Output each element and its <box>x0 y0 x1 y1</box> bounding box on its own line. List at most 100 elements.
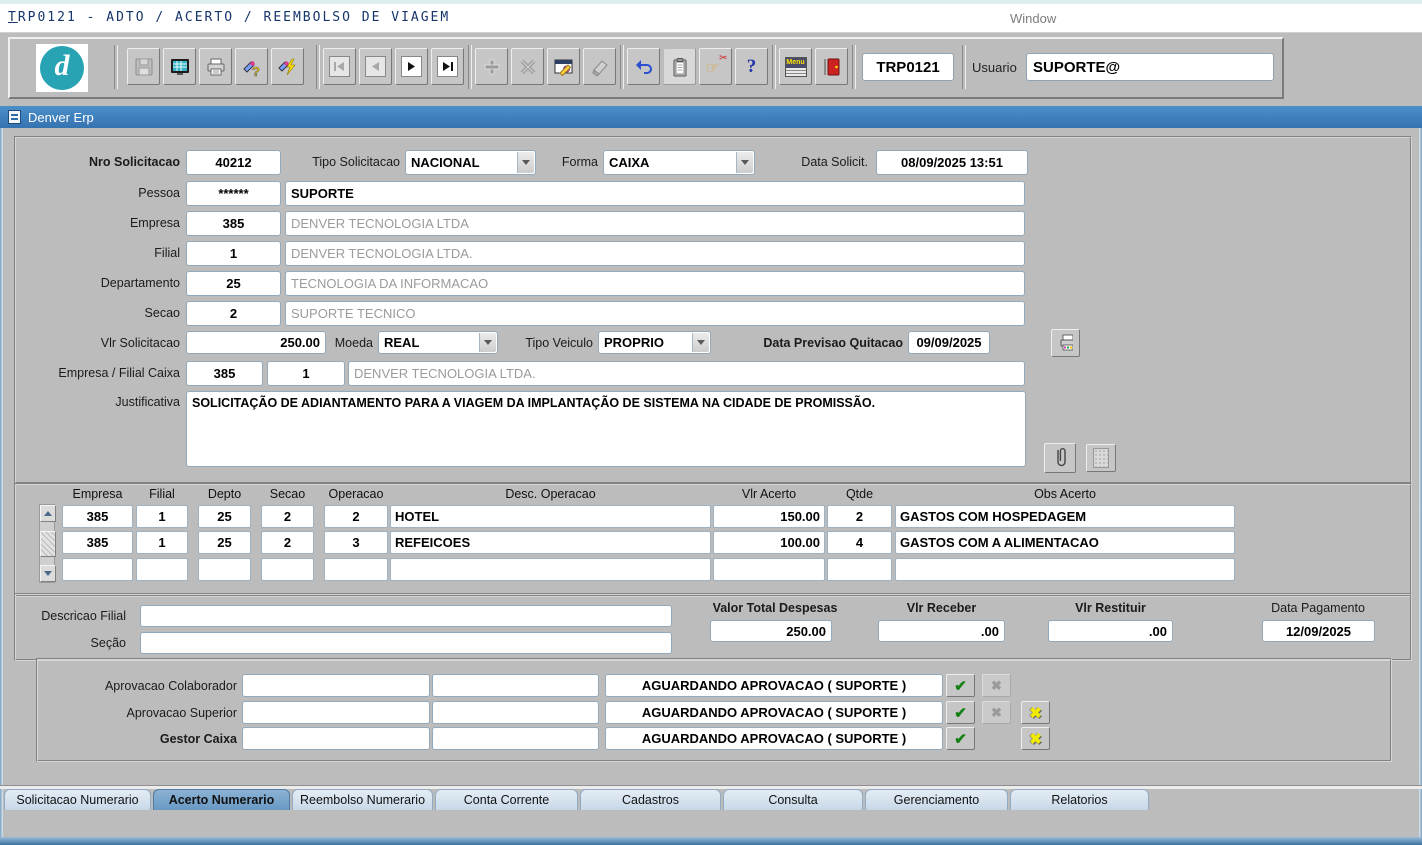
dropdown-arrow-icon[interactable] <box>479 333 496 352</box>
nav-first-button[interactable] <box>323 48 356 85</box>
aprovacao-superior-user-field[interactable] <box>242 701 430 724</box>
cancel-gestor-button[interactable]: ✖ <box>1021 727 1050 750</box>
gestor-caixa-date-field[interactable] <box>432 727 599 750</box>
scroll-up-button[interactable] <box>40 505 56 522</box>
print-button[interactable] <box>199 48 232 85</box>
grid-scrollbar[interactable] <box>39 504 55 583</box>
nro-solicitacao-field[interactable]: 40212 <box>186 150 281 175</box>
tab-relatorios[interactable]: Relatorios <box>1010 789 1149 810</box>
secao-code-field[interactable]: 2 <box>186 301 281 326</box>
tab-solicitacao-numerario[interactable]: Solicitacao Numerario <box>4 789 151 810</box>
filial-caixa-field[interactable]: 1 <box>267 361 345 386</box>
help-button[interactable]: ? <box>735 48 768 85</box>
cell-obs-acerto[interactable]: GASTOS COM A ALIMENTACAO <box>895 531 1235 554</box>
cell-operacao[interactable]: 2 <box>324 505 388 528</box>
attach-image-button[interactable] <box>1086 444 1116 472</box>
scroll-thumb[interactable] <box>40 531 56 557</box>
cell-qtde[interactable] <box>827 558 892 581</box>
cell-obs-acerto[interactable] <box>895 558 1235 581</box>
cell-secao[interactable] <box>261 558 314 581</box>
cell-secao[interactable]: 2 <box>261 531 314 554</box>
cell-qtde[interactable]: 2 <box>827 505 892 528</box>
cut-button[interactable]: ☞ ✂ <box>699 48 732 85</box>
tipo-veiculo-select[interactable]: PROPRIO <box>598 331 711 354</box>
aprovacao-colaborador-user-field[interactable] <box>242 674 430 697</box>
reject-colaborador-button-disabled[interactable]: ✖ <box>982 674 1011 697</box>
cell-desc-operacao[interactable] <box>390 558 711 581</box>
cell-operacao[interactable]: 3 <box>324 531 388 554</box>
aprovacao-superior-date-field[interactable] <box>432 701 599 724</box>
attach-file-button[interactable] <box>1044 443 1076 473</box>
forma-select[interactable]: CAIXA <box>603 150 755 175</box>
clipboard-button[interactable] <box>663 48 696 85</box>
filial-code-field[interactable]: 1 <box>186 241 281 266</box>
cell-obs-acerto[interactable]: GASTOS COM HOSPEDAGEM <box>895 505 1235 528</box>
data-pagamento-field[interactable]: 12/09/2025 <box>1262 620 1375 642</box>
undo-button[interactable] <box>627 48 660 85</box>
menu-window[interactable]: Window <box>1010 11 1056 26</box>
aprovacao-colaborador-date-field[interactable] <box>432 674 599 697</box>
execute-query-button[interactable] <box>583 48 616 85</box>
nav-prev-button[interactable] <box>359 48 392 85</box>
cell-operacao[interactable] <box>324 558 388 581</box>
dropdown-arrow-icon[interactable] <box>692 333 709 352</box>
tipo-solicitacao-select[interactable]: NACIONAL <box>405 150 536 175</box>
wizard-help-button[interactable]: ? <box>235 48 268 85</box>
cell-vlr-acerto[interactable] <box>713 558 825 581</box>
nav-next-button[interactable] <box>395 48 428 85</box>
cell-qtde[interactable]: 4 <box>827 531 892 554</box>
program-code-field[interactable]: TRP0121 <box>862 53 954 81</box>
cell-depto[interactable] <box>198 558 251 581</box>
empresa-code-field[interactable]: 385 <box>186 211 281 236</box>
cell-empresa[interactable]: 385 <box>62 531 133 554</box>
approve-gestor-button[interactable]: ✔ <box>946 727 975 750</box>
tab-acerto-numerario[interactable]: Acerto Numerario <box>153 789 290 810</box>
dropdown-arrow-icon[interactable] <box>736 152 753 173</box>
gestor-caixa-user-field[interactable] <box>242 727 430 750</box>
menu-button[interactable]: Menu <box>779 48 812 85</box>
print-request-button[interactable] <box>1051 329 1080 357</box>
tab-cadastros[interactable]: Cadastros <box>580 789 721 810</box>
cell-vlr-acerto[interactable]: 100.00 <box>713 531 825 554</box>
justificativa-textarea[interactable]: SOLICITAÇÃO DE ADIANTAMENTO PARA A VIAGE… <box>186 391 1026 467</box>
tab-gerenciamento[interactable]: Gerenciamento <box>865 789 1008 810</box>
add-record-button[interactable] <box>475 48 508 85</box>
pessoa-name-field[interactable]: SUPORTE <box>285 181 1025 206</box>
delete-record-button[interactable] <box>511 48 544 85</box>
erp-window-titlebar[interactable]: Denver Erp <box>0 106 1422 128</box>
tab-consulta[interactable]: Consulta <box>723 789 863 810</box>
data-solicit-field[interactable]: 08/09/2025 13:51 <box>876 150 1028 175</box>
empresa-caixa-field[interactable]: 385 <box>186 361 263 386</box>
departamento-code-field[interactable]: 25 <box>186 271 281 296</box>
cell-filial[interactable]: 1 <box>136 531 188 554</box>
reject-superior-button-disabled[interactable]: ✖ <box>982 701 1011 724</box>
cell-filial[interactable]: 1 <box>136 505 188 528</box>
cell-depto[interactable]: 25 <box>198 505 251 528</box>
cell-empresa[interactable] <box>62 558 133 581</box>
usuario-field[interactable]: SUPORTE@ <box>1026 53 1274 81</box>
cell-depto[interactable]: 25 <box>198 531 251 554</box>
wizard-run-button[interactable] <box>271 48 304 85</box>
descricao-filial-field[interactable] <box>140 605 672 627</box>
tab-reembolso-numerario[interactable]: Reembolso Numerario <box>292 789 433 810</box>
dropdown-arrow-icon[interactable] <box>517 152 534 173</box>
approve-colaborador-button[interactable]: ✔ <box>946 674 975 697</box>
exit-button[interactable] <box>815 48 848 85</box>
scroll-down-button[interactable] <box>40 565 56 582</box>
screen-button[interactable] <box>163 48 196 85</box>
pessoa-code-field[interactable]: ****** <box>186 181 281 206</box>
cell-desc-operacao[interactable]: HOTEL <box>390 505 711 528</box>
save-button[interactable] <box>127 48 160 85</box>
cell-empresa[interactable]: 385 <box>62 505 133 528</box>
data-previsao-quitacao-field[interactable]: 09/09/2025 <box>908 331 990 354</box>
cell-secao[interactable]: 2 <box>261 505 314 528</box>
nav-last-button[interactable] <box>431 48 464 85</box>
cell-desc-operacao[interactable]: REFEICOES <box>390 531 711 554</box>
vlr-solicitacao-field[interactable]: 250.00 <box>186 331 326 354</box>
approve-superior-button[interactable]: ✔ <box>946 701 975 724</box>
cell-vlr-acerto[interactable]: 150.00 <box>713 505 825 528</box>
cancel-superior-button[interactable]: ✖ <box>1021 701 1050 724</box>
tab-conta-corrente[interactable]: Conta Corrente <box>435 789 578 810</box>
secao-desc-field[interactable] <box>140 632 672 654</box>
enter-query-button[interactable] <box>547 48 580 85</box>
